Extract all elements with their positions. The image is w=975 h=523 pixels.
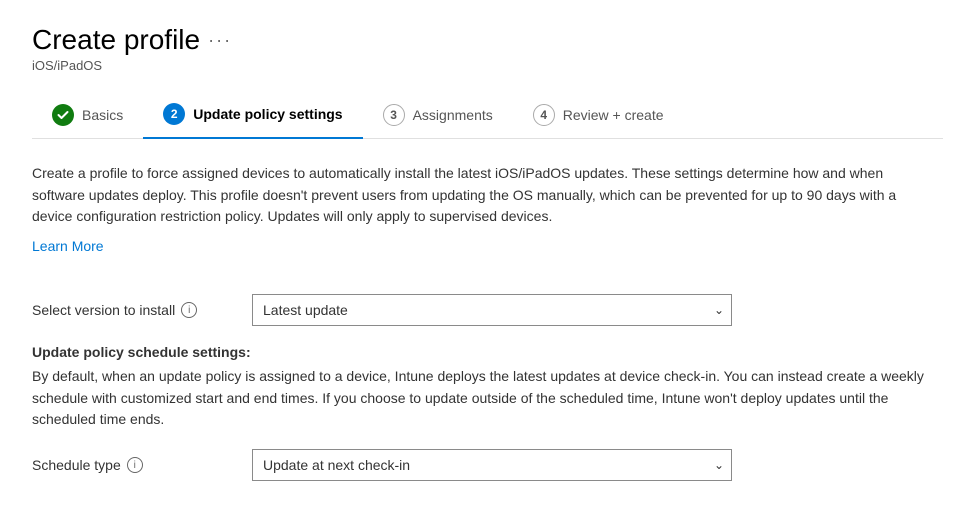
step-assignments[interactable]: 3 Assignments — [363, 94, 513, 138]
schedule-heading: Update policy schedule settings: — [32, 344, 943, 360]
schedule-type-row: Schedule type i Update at next check-in … — [32, 449, 943, 481]
version-info-icon[interactable]: i — [181, 302, 197, 318]
step-basics[interactable]: Basics — [32, 94, 143, 138]
checkmark-icon — [57, 109, 69, 121]
description-text: Create a profile to force assigned devic… — [32, 163, 932, 228]
page-title: Create profile — [32, 24, 200, 56]
page-title-ellipsis[interactable]: ··· — [208, 30, 232, 51]
learn-more-link[interactable]: Learn More — [32, 238, 104, 254]
schedule-type-info-icon[interactable]: i — [127, 457, 143, 473]
step-basics-circle — [52, 104, 74, 126]
step-basics-label: Basics — [82, 107, 123, 123]
form-section: Select version to install i Latest updat… — [32, 294, 943, 481]
step-update-policy-label: Update policy settings — [193, 106, 342, 122]
page-header: Create profile ··· iOS/iPadOS — [32, 24, 943, 73]
version-select-wrapper: Latest update iOS 17 iOS 16 iOS 15 ⌄ — [252, 294, 732, 326]
version-label: Select version to install i — [32, 302, 252, 318]
schedule-description: By default, when an update policy is ass… — [32, 366, 932, 431]
wizard-steps: Basics 2 Update policy settings 3 Assign… — [32, 93, 943, 139]
schedule-type-select[interactable]: Update at next check-in Update during sc… — [252, 449, 732, 481]
version-row: Select version to install i Latest updat… — [32, 294, 943, 326]
page-subtitle: iOS/iPadOS — [32, 58, 943, 73]
step-review-create-label: Review + create — [563, 107, 664, 123]
step-assignments-label: Assignments — [413, 107, 493, 123]
version-select[interactable]: Latest update iOS 17 iOS 16 iOS 15 — [252, 294, 732, 326]
step-assignments-circle: 3 — [383, 104, 405, 126]
schedule-type-select-wrapper: Update at next check-in Update during sc… — [252, 449, 732, 481]
step-update-policy-circle: 2 — [163, 103, 185, 125]
schedule-type-label: Schedule type i — [32, 457, 252, 473]
step-update-policy[interactable]: 2 Update policy settings — [143, 93, 362, 139]
step-review-create-circle: 4 — [533, 104, 555, 126]
step-review-create[interactable]: 4 Review + create — [513, 94, 684, 138]
